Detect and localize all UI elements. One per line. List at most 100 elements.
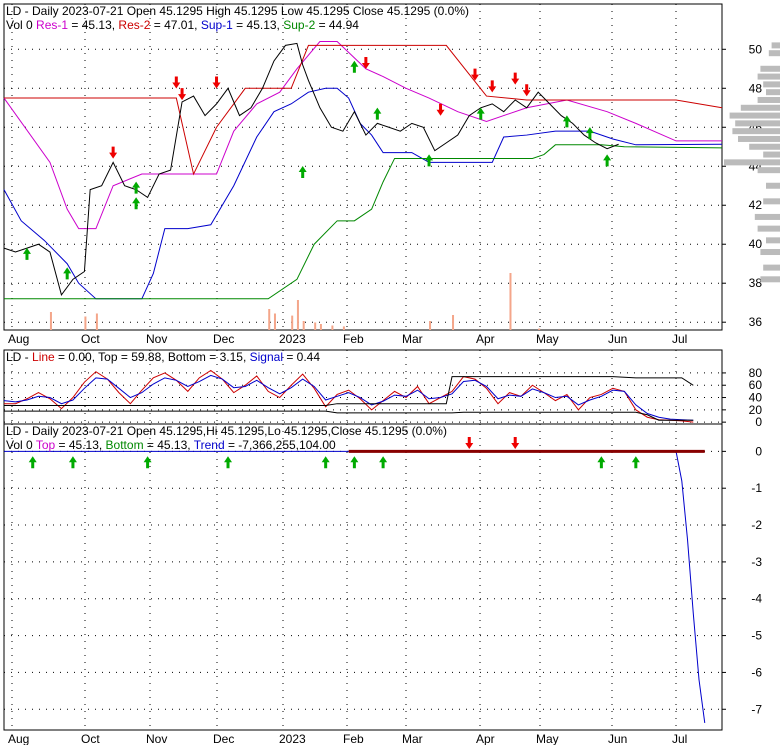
volume-profile-bar — [766, 182, 780, 189]
volume-bar — [95, 313, 98, 330]
legend-text: = -7,366,255,104.00 — [225, 438, 336, 452]
y-tick-label: 80 — [749, 366, 763, 380]
legend-text: Vol 0 — [6, 438, 36, 452]
x-month-label: Jul — [672, 732, 687, 745]
y-tick-label: -1 — [751, 481, 762, 495]
x-month-label: Apr — [476, 332, 495, 346]
y-tick-label: -7 — [751, 702, 762, 716]
volume-bar — [84, 316, 87, 330]
chart-panel-1: 3638404244464850Aug Oct Nov Dec 2023 Feb Mar Ap… — [3, 3, 780, 346]
x-month-label: 2023 — [279, 732, 306, 745]
x-month-label: Dec — [213, 732, 234, 745]
x-month-label: Feb — [343, 732, 364, 745]
x-month-label: Aug — [8, 332, 29, 346]
legend-text: Bottom — [106, 438, 144, 452]
volume-bar — [331, 325, 334, 330]
legend-text: = 44.94 — [315, 18, 359, 32]
y-tick-label: -6 — [751, 665, 762, 679]
y-tick-label: 60 — [749, 378, 763, 392]
volume-bar — [342, 326, 345, 330]
volume-profile-bar — [760, 276, 780, 283]
legend-text: = 45.13, — [233, 18, 283, 32]
y-tick-label: 0 — [755, 444, 762, 458]
x-month-label: May — [536, 732, 559, 745]
legend-text: LD - Daily 2023-07-21 Open 45.1295 High … — [6, 4, 469, 18]
legend-text: = 45.13, — [68, 18, 118, 32]
panel-frame — [3, 3, 723, 331]
x-month-label: Oct — [81, 732, 100, 745]
y-tick-label: 40 — [749, 391, 763, 405]
volume-bar — [538, 328, 541, 330]
legend-text: Res-2 — [118, 18, 150, 32]
y-tick-label: -4 — [751, 592, 762, 606]
volume-bar — [268, 309, 271, 330]
y-tick-label: 42 — [749, 198, 763, 212]
volume-profile-bar — [763, 198, 780, 205]
legend-text: Line — [32, 350, 55, 364]
legend-text: Res-1 — [36, 18, 68, 32]
volume-profile-bar — [757, 225, 780, 232]
volume-profile-bar — [729, 112, 780, 119]
volume-profile-bar — [754, 213, 780, 220]
y-tick-label: -5 — [751, 629, 762, 643]
volume-profile-bar — [735, 120, 780, 127]
legend-text: = 0.44 — [283, 350, 320, 364]
volume-profile-bar — [757, 96, 780, 103]
volume-profile-bar — [766, 237, 780, 244]
x-month-label: Oct — [81, 332, 100, 346]
x-month-label: Dec — [213, 332, 234, 346]
legend-text: Sup-2 — [283, 18, 315, 32]
panel-legend: Vol 0 Top = 45.13, Bottom = 45.13, Trend… — [6, 438, 336, 452]
x-month-label: Feb — [343, 332, 364, 346]
legend-text: Top — [36, 438, 56, 452]
volume-bar — [302, 321, 305, 330]
volume-bar — [319, 324, 322, 330]
volume-profile-bar — [749, 143, 780, 150]
volume-profile-bar — [763, 151, 780, 158]
volume-profile-bar — [757, 73, 780, 80]
y-tick-label: 48 — [749, 81, 763, 95]
volume-bar — [429, 321, 432, 330]
legend-text: = 45.13, — [144, 438, 194, 452]
volume-profile-bar — [760, 65, 780, 72]
x-month-label: Aug — [8, 732, 29, 745]
y-tick-label: 0 — [755, 415, 762, 429]
volume-bar — [273, 313, 276, 330]
legend-text: Signal — [250, 350, 283, 364]
x-month-label: Mar — [402, 332, 423, 346]
volume-profile-bar — [732, 128, 780, 135]
x-month-label: Jul — [672, 332, 687, 346]
panel-title: LD - Daily 2023-07-21 Open 45.1295,Hi 45… — [6, 424, 447, 438]
x-month-label: Nov — [146, 332, 167, 346]
panel-frame — [3, 423, 723, 731]
chart-canvas: 3638404244464850Aug Oct Nov Dec 2023 Feb Mar Ap… — [3, 3, 780, 745]
legend-text: = 0.00, Top = 59.88, Bottom = 3.15, — [55, 350, 250, 364]
y-tick-label: 40 — [749, 237, 763, 251]
x-month-label: Jun — [608, 732, 627, 745]
volume-bar — [296, 300, 299, 330]
volume-bar — [452, 315, 455, 330]
x-month-label: 2023 — [279, 332, 306, 346]
volume-bar — [49, 312, 52, 330]
legend-text: Sup-1 — [201, 18, 233, 32]
y-tick-label: 38 — [749, 276, 763, 290]
legend-text: = 45.13, — [55, 438, 105, 452]
volume-profile-bar — [738, 135, 780, 142]
panel-legend: Vol 0 Res-1 = 45.13, Res-2 = 47.01, Sup-… — [6, 18, 359, 32]
volume-profile-bar — [740, 104, 780, 111]
legend-text: Trend — [194, 438, 225, 452]
volume-profile-bar — [766, 89, 780, 96]
y-tick-label: 50 — [749, 42, 763, 56]
legend-text: Vol 0 — [6, 18, 36, 32]
y-tick-label: -3 — [751, 555, 762, 569]
volume-profile-bar — [724, 159, 780, 166]
volume-profile-bar — [763, 264, 780, 271]
volume-profile-bar — [768, 50, 780, 57]
volume-bar — [509, 273, 512, 330]
volume-bar — [291, 315, 294, 330]
legend-text: = 47.01, — [150, 18, 200, 32]
x-month-label: Apr — [476, 732, 495, 745]
x-month-label: Nov — [146, 732, 167, 745]
panel-title: LD - Line = 0.00, Top = 59.88, Bottom = … — [6, 350, 320, 364]
volume-bar — [314, 322, 317, 330]
